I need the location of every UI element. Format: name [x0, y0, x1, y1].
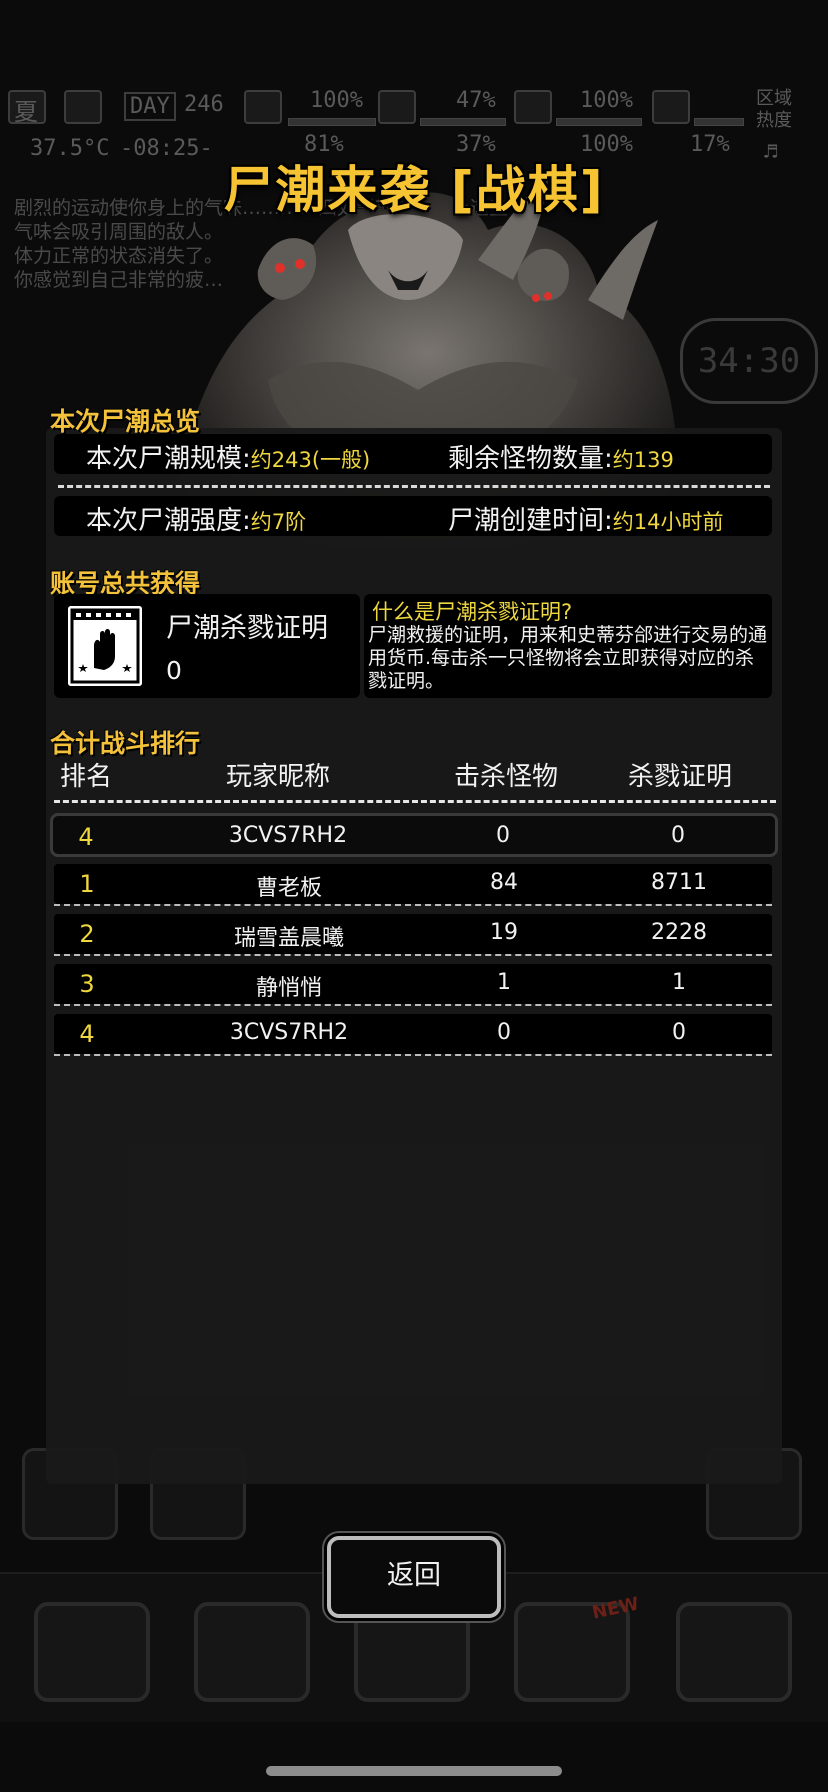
remaining-stat: 剩余怪物数量:约139	[448, 438, 674, 475]
certs-cell: 0	[672, 1020, 686, 1045]
page-title: 尸潮来袭 [战棋]	[223, 161, 605, 219]
stomach-bar	[420, 118, 506, 126]
intensity-value: 约7阶	[250, 510, 307, 534]
stomach-percent: 47%	[456, 88, 496, 113]
row-divider	[54, 954, 772, 956]
intensity-stat: 本次尸潮强度:约7阶	[86, 500, 306, 537]
cert-explanation-text: 尸潮救援的证明，用来和史蒂芬郃进行交易的通用货币.每击杀一只怪物将会立即获得对应…	[368, 624, 768, 692]
scale-value: 约243(一般)	[250, 448, 371, 472]
kills-cell: 19	[490, 920, 518, 945]
divider	[58, 485, 770, 488]
back-button[interactable]: 返回	[327, 1536, 501, 1618]
weather-cloud-icon	[64, 90, 102, 124]
column-header-kills: 击杀怪物	[454, 762, 559, 792]
player-name-cell: 静悄悄	[255, 976, 322, 1001]
header-divider	[54, 800, 776, 803]
certs-cell: 1	[672, 970, 686, 995]
table-row: 1 曹老板 84 8711	[54, 864, 772, 906]
stat3-bar	[556, 118, 642, 126]
kills-cell: 1	[497, 970, 511, 995]
health-kit-icon	[244, 90, 282, 124]
created-stat: 尸潮创建时间:约14小时前	[448, 500, 724, 537]
column-header-player: 玩家昵称	[226, 762, 331, 792]
region-heat-label: 区域热度	[756, 88, 792, 131]
home-indicator	[266, 1766, 562, 1776]
column-header-rank: 排名	[60, 762, 113, 792]
intensity-label: 本次尸潮强度:	[86, 506, 251, 536]
stat3-percent: 100%	[580, 88, 633, 113]
menu-list-icon[interactable]	[676, 1602, 792, 1702]
certs-cell: 2228	[651, 920, 707, 945]
zombie-hand-certificate-icon	[68, 606, 142, 686]
ranking-heading: 合计战斗排行	[50, 729, 201, 758]
row-divider	[54, 1054, 772, 1056]
scale-label: 本次尸潮规模:	[86, 444, 251, 474]
health-bar	[288, 118, 376, 126]
certs-cell: 8711	[651, 870, 707, 895]
back-button-label: 返回	[387, 1560, 441, 1591]
cert-explanation: 什么是尸潮杀戮证明? 尸潮救援的证明，用来和史蒂芬郃进行交易的通用货币.每击杀一…	[364, 594, 772, 698]
my-rank-row: 4 3CVS7RH2 0 0	[50, 813, 778, 857]
player-name-cell: 曹老板	[255, 876, 322, 901]
overview-row-1: 本次尸潮规模:约243(一般) 剩余怪物数量:约139	[54, 434, 772, 474]
row-divider	[54, 1004, 772, 1006]
health-percent: 100%	[310, 88, 363, 113]
cert-name: 尸潮杀戮证明	[166, 613, 328, 644]
certs-cell: 0	[671, 823, 685, 848]
overview-heading: 本次尸潮总览	[50, 407, 201, 436]
player-name-cell: 3CVS7RH2	[228, 823, 348, 848]
created-label: 尸潮创建时间:	[448, 506, 613, 536]
day-label: DAY	[124, 92, 176, 121]
stamina-icon	[514, 90, 552, 124]
scale-stat: 本次尸潮规模:约243(一般)	[86, 438, 370, 475]
player-name-cell: 3CVS7RH2	[229, 1020, 349, 1045]
cert-explanation-title: 什么是尸潮杀戮证明?	[372, 600, 573, 624]
chest-icon[interactable]	[34, 1602, 150, 1702]
rank-cell: 1	[79, 870, 95, 898]
rank-cell: 4	[78, 823, 94, 851]
overview-row-2: 本次尸潮强度:约7阶 尸潮创建时间:约14小时前	[54, 496, 772, 536]
cert-card: 尸潮杀戮证明 0	[54, 594, 360, 698]
brain-icon[interactable]	[194, 1602, 310, 1702]
table-row: 2 瑞雪盖晨曦 19 2228	[54, 914, 772, 956]
row-divider	[54, 904, 772, 906]
column-header-certs: 杀戮证明	[628, 762, 733, 792]
rank-cell: 3	[79, 970, 95, 998]
kills-cell: 0	[497, 1020, 511, 1045]
table-row: 4 3CVS7RH2 0 0	[54, 1014, 772, 1056]
kills-cell: 0	[496, 823, 510, 848]
day-counter: 246	[184, 92, 224, 117]
cert-count: 0	[166, 656, 182, 685]
kills-cell: 84	[490, 870, 518, 895]
season-label: 夏	[14, 98, 38, 126]
created-value: 约14小时前	[612, 510, 724, 534]
player-name-cell: 瑞雪盖晨曦	[233, 926, 344, 951]
stomach-icon	[378, 90, 416, 124]
boot-bar	[694, 118, 744, 126]
rank-cell: 4	[79, 1020, 95, 1048]
rank-cell: 2	[79, 920, 95, 948]
boot-icon	[652, 90, 690, 124]
remaining-label: 剩余怪物数量:	[448, 444, 613, 474]
table-row: 3 静悄悄 1 1	[54, 964, 772, 1006]
remaining-value: 约139	[612, 448, 674, 472]
